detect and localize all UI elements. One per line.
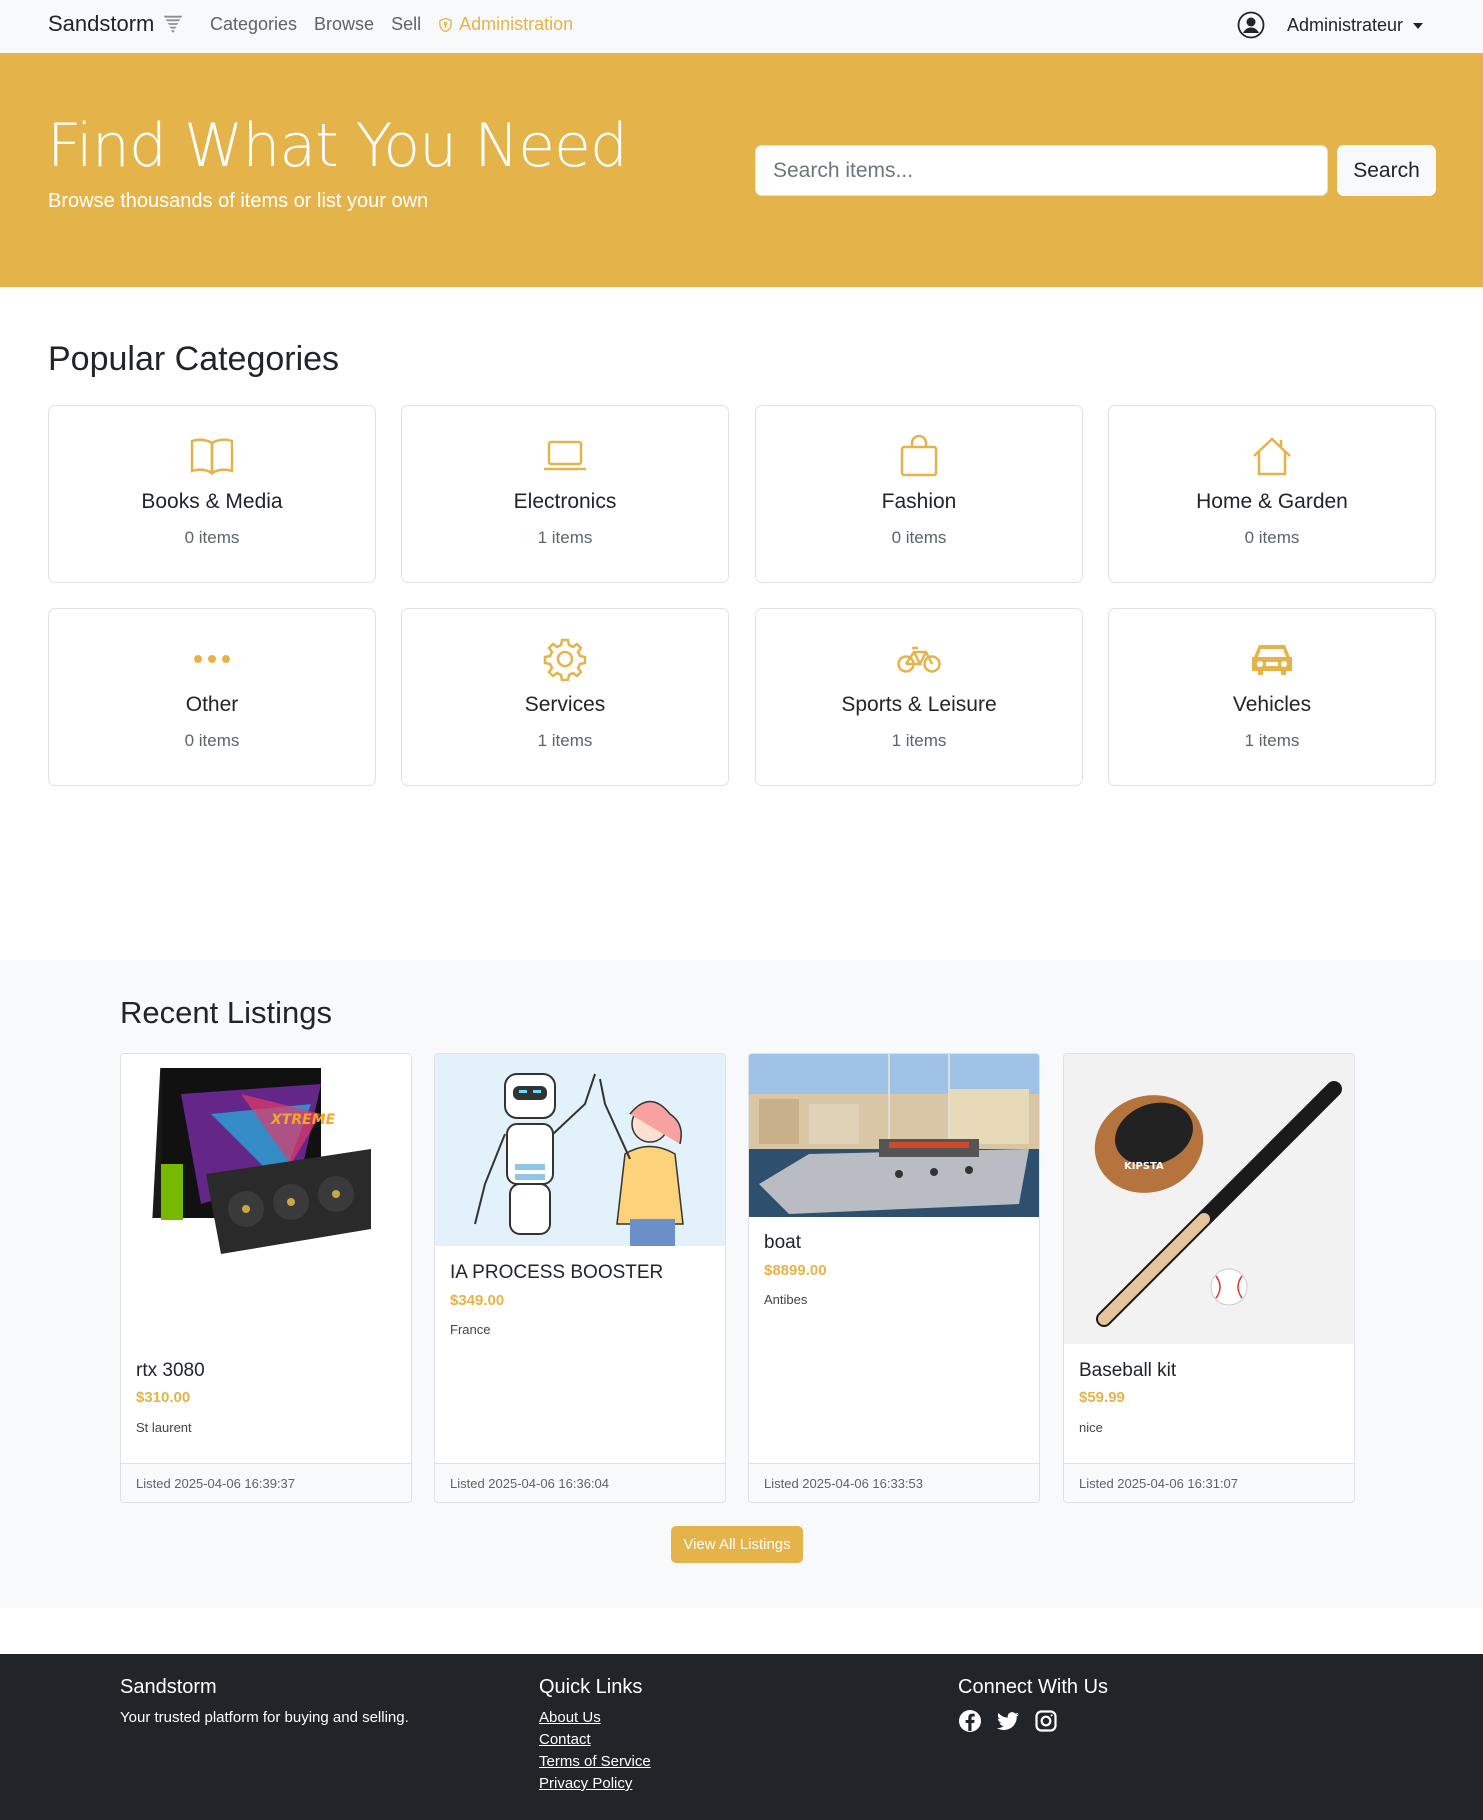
category-name: Home & Garden — [1196, 490, 1348, 513]
category-count: 1 items — [537, 528, 593, 547]
listing-footer: Listed 2025-04-06 16:39:37 — [121, 1463, 411, 1502]
hero-section: Find What You Need Browse thousands of i… — [0, 53, 1483, 287]
view-all-listings-button[interactable]: View All Listings — [671, 1526, 803, 1563]
listing-price: $59.99 — [1079, 1389, 1125, 1406]
baseball-kit-image: KIPSTA — [1064, 1054, 1354, 1344]
quick-links-title: Quick Links — [539, 1676, 643, 1698]
listing-location: nice — [1079, 1420, 1103, 1435]
search-input[interactable] — [755, 145, 1328, 196]
category-name: Vehicles — [1232, 693, 1312, 716]
category-name: Electronics — [513, 490, 617, 513]
laptop-icon — [402, 434, 728, 478]
category-name: Fashion — [881, 490, 957, 513]
navbar: Sandstorm Categories Browse Sell Adminis… — [0, 0, 1483, 53]
footer-quick-links: Quick Links About Us Contact Terms of Se… — [539, 1676, 651, 1797]
category-count: 0 items — [184, 528, 240, 547]
category-card-home-garden[interactable]: Home & Garden 0 items — [1108, 405, 1436, 583]
house-icon — [1109, 434, 1435, 478]
listing-title: boat — [764, 1232, 801, 1253]
category-card-other[interactable]: Other 0 items — [48, 608, 376, 786]
listing-title: Baseball kit — [1079, 1360, 1177, 1381]
gear-icon — [402, 637, 728, 681]
brand-name: Sandstorm — [48, 11, 155, 36]
category-name: Books & Media — [141, 490, 283, 513]
twitter-icon[interactable] — [996, 1709, 1020, 1738]
recent-listings-title: Recent Listings — [120, 995, 332, 1030]
svg-text:KIPSTA: KIPSTA — [1124, 1161, 1164, 1172]
chevron-down-icon — [1413, 22, 1423, 29]
footer-link-terms[interactable]: Terms of Service — [539, 1753, 651, 1770]
category-count: 1 items — [537, 731, 593, 750]
listing-footer: Listed 2025-04-06 16:33:53 — [749, 1463, 1039, 1502]
brand-link[interactable]: Sandstorm — [48, 11, 184, 37]
search-button[interactable]: Search — [1337, 145, 1436, 196]
nav-categories[interactable]: Categories — [210, 14, 297, 35]
categories-title: Popular Categories — [48, 340, 340, 378]
shield-icon — [439, 17, 452, 32]
category-card-electronics[interactable]: Electronics 1 items — [401, 405, 729, 583]
site-footer: Sandstorm Your trusted platform for buyi… — [0, 1654, 1483, 1820]
svg-text:XTREME: XTREME — [270, 1112, 336, 1128]
connect-title: Connect With Us — [958, 1676, 1109, 1698]
footer-tagline: Your trusted platform for buying and sel… — [120, 1709, 409, 1726]
nav-administration-label: Administration — [459, 14, 574, 34]
category-name: Services — [524, 693, 606, 716]
nav-links: Categories Browse Sell Administration — [210, 14, 573, 35]
graphics-card-image: XTREME — [121, 1054, 411, 1344]
tornado-icon — [164, 15, 183, 33]
social-links — [958, 1709, 1108, 1738]
listing-price: $349.00 — [450, 1292, 505, 1309]
listing-location: France — [450, 1322, 491, 1337]
nav-sell[interactable]: Sell — [391, 14, 421, 35]
user-avatar-icon — [1237, 11, 1265, 39]
footer-about: Sandstorm Your trusted platform for buyi… — [120, 1676, 409, 1726]
listing-title: rtx 3080 — [136, 1360, 205, 1381]
user-dropdown[interactable]: Administrateur — [1237, 11, 1423, 39]
footer-brand: Sandstorm — [120, 1676, 217, 1698]
nav-administration[interactable]: Administration — [438, 14, 573, 35]
three-dots-icon — [49, 637, 375, 681]
footer-link-about[interactable]: About Us — [539, 1709, 651, 1726]
hero-title: Find What You Need — [47, 111, 628, 181]
user-name: Administrateur — [1287, 15, 1423, 36]
category-count: 1 items — [891, 731, 947, 750]
user-name-text: Administrateur — [1286, 14, 1403, 35]
listing-location: St laurent — [136, 1420, 192, 1435]
category-count: 1 items — [1244, 731, 1300, 750]
category-count: 0 items — [1244, 528, 1300, 547]
listing-title: IA PROCESS BOOSTER — [450, 1262, 664, 1283]
listing-price: $8899.00 — [764, 1262, 827, 1279]
category-count: 0 items — [891, 528, 947, 547]
facebook-icon[interactable] — [958, 1709, 982, 1738]
listing-footer: Listed 2025-04-06 16:36:04 — [435, 1463, 725, 1502]
listing-card-rtx-3080[interactable]: XTREME rtx 3080 $310.00 St laurent Liste… — [120, 1053, 412, 1503]
hero-subtitle: Browse thousands of items or list your o… — [48, 190, 429, 212]
shopping-bag-icon — [756, 434, 1082, 478]
listing-footer: Listed 2025-04-06 16:31:07 — [1064, 1463, 1354, 1502]
category-card-fashion[interactable]: Fashion 0 items — [755, 405, 1083, 583]
category-card-vehicles[interactable]: Vehicles 1 items — [1108, 608, 1436, 786]
listing-card-boat[interactable]: boat $8899.00 Antibes Listed 2025-04-06 … — [748, 1053, 1040, 1503]
category-count: 0 items — [184, 731, 240, 750]
car-icon — [1109, 637, 1435, 681]
footer-link-privacy[interactable]: Privacy Policy — [539, 1775, 651, 1792]
robot-high-five-image — [435, 1054, 725, 1246]
instagram-icon[interactable] — [1034, 1709, 1058, 1738]
category-name: Other — [185, 693, 239, 716]
bicycle-icon — [756, 637, 1082, 681]
nav-browse[interactable]: Browse — [314, 14, 374, 35]
book-icon — [49, 434, 375, 478]
listing-card-ia-process-booster[interactable]: IA PROCESS BOOSTER $349.00 France Listed… — [434, 1053, 726, 1503]
category-name: Sports & Leisure — [841, 693, 997, 716]
boat-harbor-image — [749, 1054, 1039, 1217]
footer-link-contact[interactable]: Contact — [539, 1731, 651, 1748]
category-card-services[interactable]: Services 1 items — [401, 608, 729, 786]
category-card-sports-leisure[interactable]: Sports & Leisure 1 items — [755, 608, 1083, 786]
footer-connect: Connect With Us — [958, 1676, 1108, 1738]
listing-location: Antibes — [764, 1292, 808, 1307]
category-card-books-media[interactable]: Books & Media 0 items — [48, 405, 376, 583]
listing-card-baseball-kit[interactable]: KIPSTA Baseball kit $59.99 nice Listed 2… — [1063, 1053, 1355, 1503]
listing-price: $310.00 — [136, 1389, 191, 1406]
